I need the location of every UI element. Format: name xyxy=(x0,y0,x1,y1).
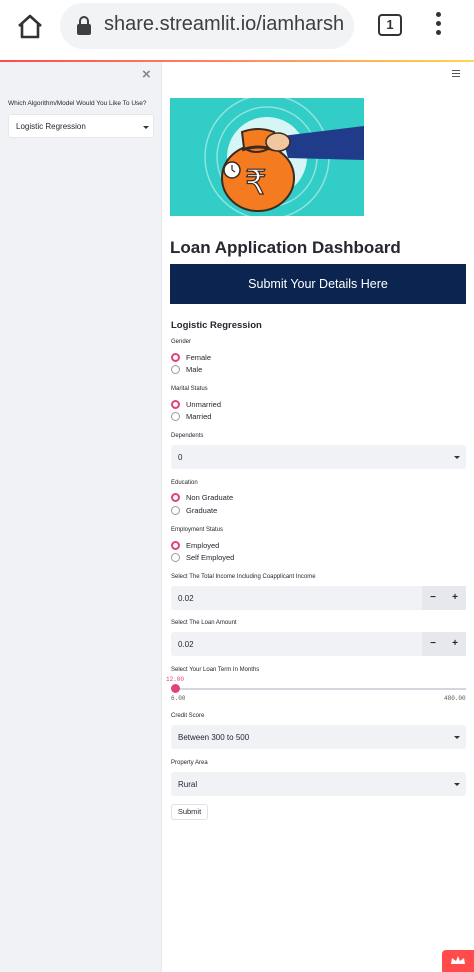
address-bar[interactable]: share.streamlit.io/iamharsh xyxy=(60,3,354,49)
url-text: share.streamlit.io/iamharsh xyxy=(104,13,345,35)
property-area-value: Rural xyxy=(178,780,198,789)
model-select[interactable]: Logistic Regression xyxy=(8,114,154,138)
close-icon[interactable]: × xyxy=(142,66,151,83)
income-increment-button[interactable]: + xyxy=(444,586,466,610)
loan-term-current-value: 12.00 xyxy=(166,676,185,683)
dependents-value: 0 xyxy=(178,453,183,462)
income-label: Select The Total Income Including Coappl… xyxy=(171,574,316,580)
loan-amount-input[interactable]: 0.02 − + xyxy=(171,632,466,656)
home-icon[interactable] xyxy=(14,10,46,42)
page-title: Loan Application Dashboard xyxy=(170,238,401,257)
model-select-value: Logistic Regression xyxy=(16,122,86,131)
loan-term-max: 480.00 xyxy=(444,695,466,702)
marital-status-label: Marital Status xyxy=(171,386,208,392)
radio-selected-icon xyxy=(171,353,180,362)
more-menu-icon[interactable] xyxy=(432,12,444,40)
submit-details-banner: Submit Your Details Here xyxy=(170,264,466,304)
loan-amount-decrement-button[interactable]: − xyxy=(422,632,444,656)
dependents-label: Dependents xyxy=(171,433,204,439)
chevron-down-icon xyxy=(143,126,149,129)
loan-amount-label: Select The Loan Amount xyxy=(171,620,237,626)
submit-button[interactable]: Submit xyxy=(171,804,208,820)
radio-icon xyxy=(171,553,180,562)
radio-icon xyxy=(171,365,180,374)
sidebar: × Which Algorithm/Model Would You Like T… xyxy=(0,62,162,972)
loan-term-slider-thumb[interactable] xyxy=(171,684,180,693)
hero-illustration: ₹ xyxy=(170,98,364,216)
gender-label: Gender xyxy=(171,339,192,345)
banner-text: Submit Your Details Here xyxy=(248,277,388,291)
loan-amount-value: 0.02 xyxy=(178,640,194,649)
streamlit-crown-icon[interactable] xyxy=(442,950,474,972)
credit-score-value: Between 300 to 500 xyxy=(178,733,250,742)
chevron-down-icon xyxy=(454,783,460,786)
property-area-select[interactable]: Rural xyxy=(171,772,466,796)
radio-selected-icon xyxy=(171,400,180,409)
lock-icon xyxy=(76,16,92,36)
radio-selected-icon xyxy=(171,541,180,550)
employment-status-label: Employment Status xyxy=(171,527,224,533)
income-decrement-button[interactable]: − xyxy=(422,586,444,610)
tab-switcher-button[interactable]: 1 xyxy=(378,14,402,36)
loan-term-slider-track[interactable] xyxy=(174,688,466,690)
radio-icon xyxy=(171,412,180,421)
education-label: Education xyxy=(171,480,198,486)
credit-score-label: Credit Score xyxy=(171,713,205,719)
hamburger-menu-icon[interactable] xyxy=(452,70,460,78)
income-value: 0.02 xyxy=(178,594,194,603)
model-heading: Logistic Regression xyxy=(171,320,262,331)
property-area-label: Property Area xyxy=(171,760,208,766)
loan-amount-increment-button[interactable]: + xyxy=(444,632,466,656)
loan-term-min: 6.00 xyxy=(171,695,186,702)
chevron-down-icon xyxy=(454,456,460,459)
radio-selected-icon xyxy=(171,493,180,502)
radio-icon xyxy=(171,506,180,515)
svg-text:₹: ₹ xyxy=(245,163,267,203)
loan-term-label: Select Your Loan Term In Months xyxy=(171,667,260,673)
dependents-select[interactable]: 0 xyxy=(171,445,466,469)
credit-score-select[interactable]: Between 300 to 500 xyxy=(171,725,466,749)
chevron-down-icon xyxy=(454,736,460,739)
model-select-label: Which Algorithm/Model Would You Like To … xyxy=(8,100,147,107)
browser-toolbar: share.streamlit.io/iamharsh 1 xyxy=(0,0,474,60)
income-input[interactable]: 0.02 − + xyxy=(171,586,466,610)
